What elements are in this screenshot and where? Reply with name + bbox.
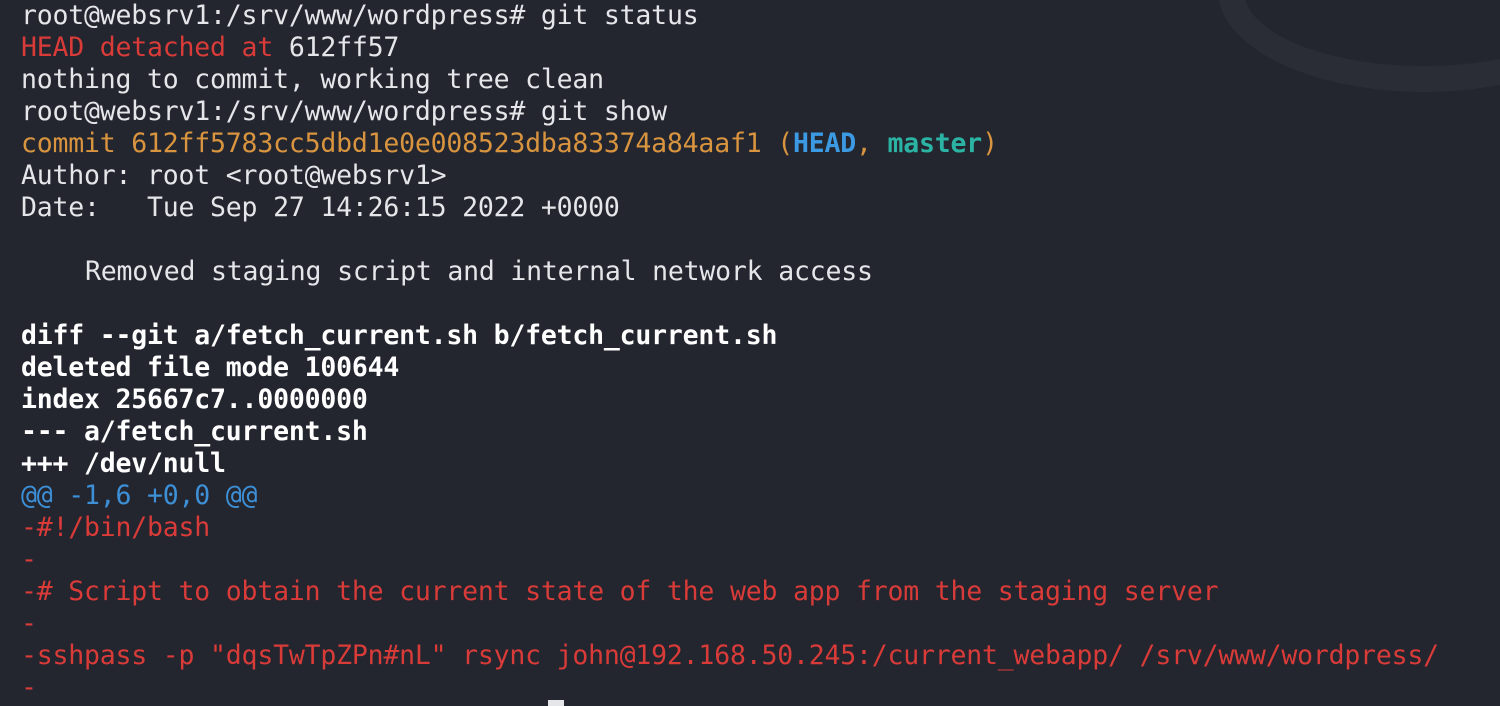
ref-close-paren: ): [982, 128, 998, 159]
ref-master: master: [887, 128, 983, 159]
head-detached-line: HEAD detached at 612ff57: [21, 32, 1439, 64]
diff-header: diff --git a/fetch_current.sh b/fetch_cu…: [21, 320, 778, 351]
terminal-output: root@websrv1:/srv/www/wordpress# git sta…: [21, 0, 1439, 704]
index-line: index 25667c7..0000000: [21, 384, 368, 415]
shell-prompt: root@websrv1:/srv/www/wordpress#: [21, 0, 526, 31]
commit-hash: commit 612ff5783cc5dbd1e0e008523dba83374…: [21, 128, 762, 159]
removed-line: -# Script to obtain the current state of…: [21, 576, 1219, 607]
deleted-file-mode: deleted file mode 100644: [21, 352, 400, 383]
date-line: Date: Tue Sep 27 14:26:15 2022 +0000: [21, 192, 620, 223]
text-cursor: [548, 700, 564, 706]
removed-line: -: [21, 672, 37, 703]
head-detached-hash: 612ff57: [288, 32, 400, 63]
removed-line: -: [21, 544, 37, 575]
plus-file-line: +++ /dev/null: [21, 448, 226, 479]
commit-message: Removed staging script and internal netw…: [85, 256, 873, 287]
commit-line: commit 612ff5783cc5dbd1e0e008523dba83374…: [21, 128, 1439, 160]
shell-prompt: root@websrv1:/srv/www/wordpress#: [21, 96, 526, 127]
removed-line: -#!/bin/bash: [21, 512, 211, 543]
ref-open-paren: (: [761, 128, 793, 159]
removed-line: -: [21, 608, 37, 639]
removed-line: -sshpass -p "dqsTwTpZPn#nL" rsync john@1…: [21, 640, 1439, 671]
hunk-header: @@ -1,6 +0,0 @@: [21, 480, 258, 511]
command-line-git-show: root@websrv1:/srv/www/wordpress# git sho…: [21, 96, 1439, 128]
status-clean-line: nothing to commit, working tree clean: [21, 64, 604, 95]
ref-head: HEAD: [792, 128, 857, 159]
minus-file-line: --- a/fetch_current.sh: [21, 416, 368, 447]
author-line: Author: root <root@websrv1>: [21, 160, 447, 191]
ref-separator: ,: [856, 128, 888, 159]
command-text: git show: [540, 96, 667, 127]
command-text: git status: [540, 0, 699, 31]
head-detached-label: HEAD detached at: [21, 32, 274, 63]
terminal-window[interactable]: root@websrv1:/srv/www/wordpress# git sta…: [0, 0, 1500, 706]
command-line-git-status: root@websrv1:/srv/www/wordpress# git sta…: [21, 0, 1439, 32]
